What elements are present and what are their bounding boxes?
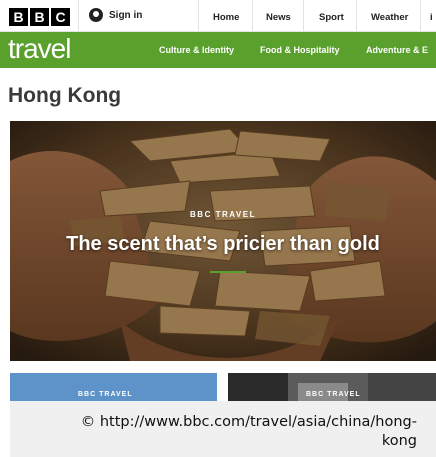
nav-divider: [420, 0, 421, 32]
nav-item-weather[interactable]: Weather: [371, 12, 408, 23]
story-card-kicker: BBC TRAVEL: [306, 391, 361, 398]
travel-logo[interactable]: travel: [8, 32, 71, 66]
category-food-hospitality[interactable]: Food & Hospitality: [260, 45, 340, 55]
nav-item-sport[interactable]: Sport: [319, 12, 344, 23]
source-caption: © http://www.bbc.com/travel/asia/china/h…: [10, 401, 436, 457]
user-icon: [89, 8, 103, 22]
nav-item-more[interactable]: i: [430, 12, 433, 23]
story-card-kicker: BBC TRAVEL: [78, 391, 133, 398]
hero-headline[interactable]: The scent that’s pricier than gold: [10, 233, 436, 256]
logo-letter: C: [51, 8, 70, 26]
page-title: Hong Kong: [8, 84, 122, 107]
hero-accent-line: [210, 271, 246, 273]
nav-item-news[interactable]: News: [266, 12, 291, 23]
nav-divider: [303, 0, 304, 32]
logo-letter: B: [30, 8, 49, 26]
sign-in-label: Sign in: [109, 9, 143, 21]
travel-section-bar: travel Culture & Identity Food & Hospita…: [0, 32, 436, 68]
category-culture-identity[interactable]: Culture & Identity: [159, 45, 234, 55]
nav-divider: [78, 0, 79, 32]
category-adventure[interactable]: Adventure & E: [366, 45, 428, 55]
nav-divider: [252, 0, 253, 32]
global-nav-bar: B B C Sign in Home News Sport Weather i: [0, 0, 436, 32]
hero-kicker: BBC TRAVEL: [190, 210, 256, 219]
sign-in-link[interactable]: Sign in: [89, 8, 142, 22]
source-caption-text: © http://www.bbc.com/travel/asia/china/h…: [80, 414, 417, 449]
nav-divider: [356, 0, 357, 32]
hero-story[interactable]: BBC TRAVEL The scent that’s pricier than…: [10, 121, 436, 361]
bbc-logo[interactable]: B B C: [9, 8, 70, 26]
nav-divider: [198, 0, 199, 32]
logo-letter: B: [9, 8, 28, 26]
nav-item-home[interactable]: Home: [213, 12, 239, 23]
